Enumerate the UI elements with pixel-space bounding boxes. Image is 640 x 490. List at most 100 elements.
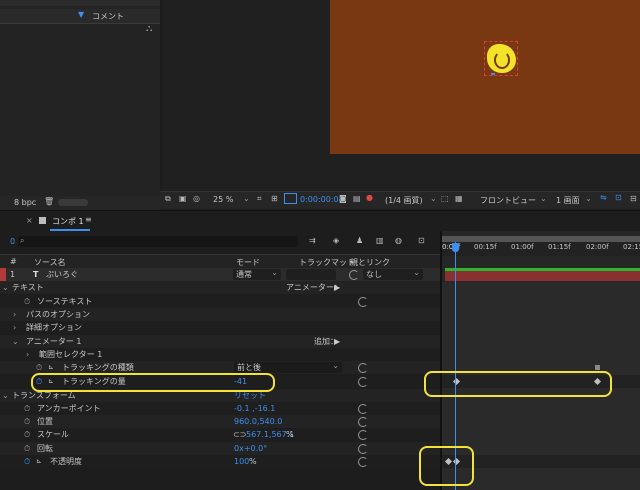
tracking-type-select[interactable]: 前と後 [234,360,342,373]
monitor-icon[interactable]: ▣ [179,194,187,203]
chevron-right-icon[interactable]: › [13,308,16,321]
expression-pickwhip-icon[interactable] [358,363,368,373]
layer-mode-select[interactable]: 通常 [233,267,281,280]
text-layer-preview[interactable] [482,41,522,76]
share-view-icon[interactable]: ⇋ [600,193,607,202]
layer-duration-bar[interactable] [445,268,640,281]
fast-preview-icon[interactable]: ⊟ [630,194,637,203]
play-menu-icon[interactable]: ▶ [334,335,340,348]
graph-editor-icon[interactable]: ⊡ [418,236,425,245]
position-value[interactable]: 960.0,540.0 [234,415,282,428]
project-scrollbar[interactable] [58,199,88,206]
time-ruler[interactable]: 0:00f 00:15f 01:00f 01:15f 02:00f 02:15 [442,242,640,256]
layer-row[interactable]: 1 T ぷいろぐ 通常 なし [0,267,440,281]
expression-pickwhip-icon[interactable] [358,404,368,414]
bpc-label[interactable]: 8 bpc [14,198,36,207]
track-matte-header[interactable]: トラックマット [299,257,355,268]
resolution-select[interactable]: (1/4 画質) [385,195,423,206]
stopwatch-icon[interactable]: ⏱ [24,442,30,455]
chevron-down-icon[interactable]: ⌄ [2,281,9,294]
frame-blending-icon[interactable]: ▥ [376,236,384,245]
current-time-field[interactable]: 0 [10,237,15,246]
reset-exposure-icon[interactable]: ⊡ [615,193,622,202]
playhead-handle[interactable] [452,243,459,252]
color-channel-icon[interactable]: ● [366,193,373,202]
stopwatch-icon[interactable]: ⏱ [24,415,30,428]
grid-icon[interactable]: ⊞ [271,194,278,203]
chevron-down-icon[interactable]: ▼ [78,10,84,19]
parent-link-header[interactable]: 親とリンク [350,257,390,268]
rotation-value[interactable]: 0x+0.0° [234,442,267,455]
project-footer: 8 bpc 🗑 [0,196,160,210]
anchor-point-value[interactable]: -0.1 ,-16.1 [234,402,275,415]
region-icon[interactable] [284,193,297,204]
shy-icon[interactable]: ♟ [356,236,363,245]
zoom-select[interactable]: 25 % [213,195,233,204]
roi-icon[interactable]: ⬚ [441,194,449,203]
snapshot-icon[interactable]: ▤ [353,194,361,203]
3d-view-select[interactable]: フロントビュー [480,195,536,206]
chevron-right-icon[interactable]: › [13,321,16,334]
chevron-down-icon[interactable]: ⌄ [430,194,437,203]
expression-pickwhip-icon[interactable] [358,417,368,427]
graph-icon[interactable]: ⊾ [36,455,42,468]
trash-icon[interactable]: 🗑 [44,197,54,206]
track-matte-select[interactable] [286,269,336,280]
draft-3d-icon[interactable]: ◈ [333,236,339,245]
opacity-value[interactable]: 100 [234,455,249,468]
view-layout-select[interactable]: 1 画面 [556,195,580,206]
source-name-header[interactable]: ソース名 [34,257,66,268]
mode-header[interactable]: モード [236,257,260,268]
menu-icon[interactable]: ≡ [85,215,92,224]
chevron-down-icon[interactable]: ⌄ [2,389,9,402]
path-options-row[interactable]: › パスのオプション [0,308,440,321]
play-menu-icon[interactable]: ▶ [334,281,340,294]
position-label: 位置 [37,417,53,426]
text-group-row[interactable]: ⌄ テキスト アニメーター： ▶ [0,281,440,294]
range-selector-row[interactable]: › 範囲セレクター 1 [0,348,440,361]
chevron-right-icon[interactable]: › [26,348,29,361]
comp-tab[interactable]: コンポ 1 [52,216,84,227]
stopwatch-icon[interactable]: ⏱ [24,428,30,441]
stopwatch-icon[interactable]: ⏱ [24,455,30,468]
expression-pickwhip-icon[interactable] [358,444,368,454]
expression-pickwhip-icon[interactable] [358,430,368,440]
constrain-proportions-icon[interactable]: ⊂⊃ [233,428,246,441]
mask-icon[interactable]: ◎ [193,194,200,203]
more-options-row[interactable]: › 詳細オプション [0,321,440,334]
anchor-point-row[interactable]: ⏱ アンカーポイント -0.1 ,-16.1 [0,402,440,415]
chevron-down-icon[interactable]: ⌄ [585,194,592,203]
label-color-swatch[interactable] [0,268,6,281]
opacity-label: 不透明度 [50,457,82,466]
parent-select[interactable]: なし [363,267,423,280]
layer-search-input[interactable]: ⌕ [18,236,298,247]
source-text-row[interactable]: ⏱ ソーステキスト [0,295,440,308]
chevron-down-icon[interactable]: ⌄ [243,194,250,203]
comp-mini-flowchart-icon[interactable]: ⇉ [309,236,316,245]
camera-icon[interactable]: ◙ [339,194,347,203]
animator-row[interactable]: ⌄ アニメーター 1 追加： ▶ [0,335,440,348]
stopwatch-icon[interactable]: ⏱ [24,402,30,415]
expression-pickwhip-icon[interactable] [358,377,368,387]
chevron-down-icon[interactable]: ⌄ [12,335,19,348]
flowchart-icon[interactable]: ⛬ [146,24,152,34]
timecode-display[interactable]: 0:00:00:04 [300,195,344,204]
fit-icon[interactable]: ⌗ [257,194,262,204]
position-row[interactable]: ⏱ 位置 960.0,540.0 [0,415,440,428]
rotation-row[interactable]: ⏱ 回転 0x+0.0° [0,442,440,455]
always-preview-icon[interactable]: ⧉ [165,194,171,204]
opacity-row[interactable]: ⏱ ⊾ 不透明度 100 % [0,455,440,468]
pickwhip-icon[interactable] [349,270,359,280]
comp-canvas[interactable] [330,0,640,154]
layer-name[interactable]: ぷいろぐ [46,268,78,281]
motion-blur-icon[interactable]: ◍ [395,236,402,245]
hold-keyframe[interactable] [595,365,600,370]
chevron-down-icon[interactable]: ⌄ [540,194,547,203]
expression-pickwhip-icon[interactable] [358,457,368,467]
stopwatch-icon[interactable]: ⏱ [24,295,30,308]
transparency-grid-icon[interactable]: ▦ [455,194,463,203]
close-icon[interactable]: × [26,216,33,225]
scale-row[interactable]: ⏱ スケール ⊂⊃ 567.1,567.1 % [0,428,440,441]
expression-pickwhip-icon[interactable] [358,297,368,307]
comment-column-header[interactable]: コメント [92,11,124,22]
